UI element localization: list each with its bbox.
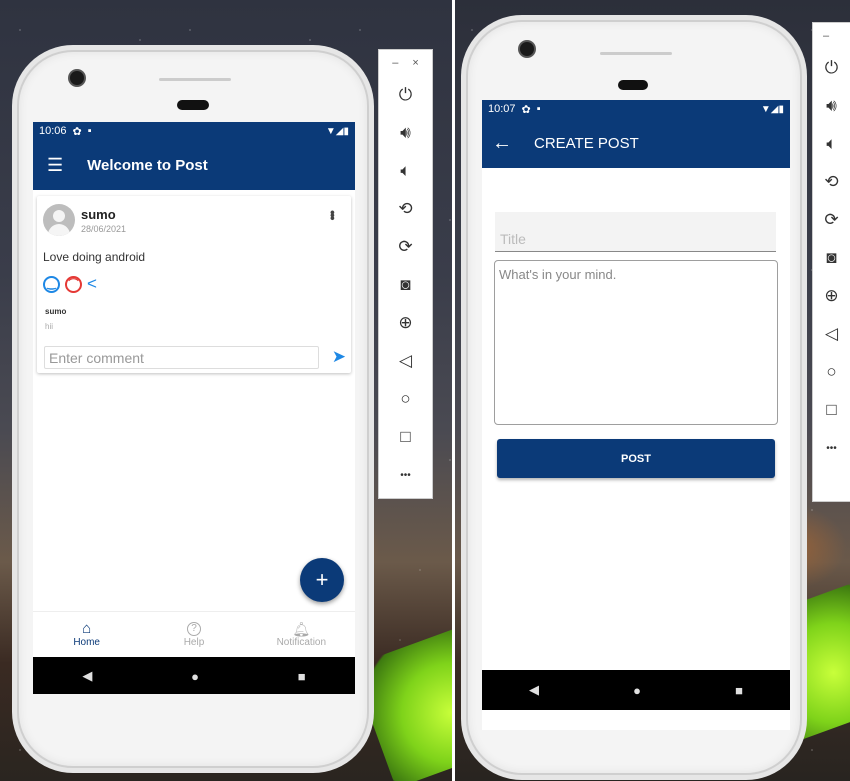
- camera-lens: [520, 42, 534, 56]
- volume-up-icon[interactable]: 🔊︎: [379, 114, 432, 152]
- post-card: sumo 28/06/2021 ••• Love doing android ‿…: [37, 196, 351, 373]
- rotate-right-icon[interactable]: ⟳: [813, 201, 850, 239]
- avatar: [43, 204, 75, 236]
- power-icon[interactable]: ⏻: [379, 76, 432, 114]
- send-icon[interactable]: ➤: [332, 348, 346, 365]
- back-arrow-icon[interactable]: ←: [492, 133, 512, 153]
- body-textarea[interactable]: [495, 261, 777, 424]
- comment-author: sumo: [45, 307, 67, 316]
- post-button[interactable]: POST: [497, 439, 775, 478]
- signal-icons: ▼◢▮: [760, 103, 784, 115]
- recents-icon[interactable]: ■: [298, 669, 306, 684]
- home-icon: ⌂: [82, 620, 92, 637]
- app-title: Welcome to Post: [87, 156, 208, 174]
- back-triangle-icon[interactable]: ◁: [813, 315, 850, 353]
- share-icon[interactable]: <: [87, 275, 97, 292]
- nav-help-label: Help: [183, 636, 205, 648]
- recents-icon[interactable]: ■: [735, 683, 743, 698]
- app-bar: ☰ Welcome to Post: [33, 140, 355, 190]
- volume-down-icon[interactable]: 🔈︎: [379, 152, 432, 190]
- nav-home[interactable]: ⌂ Home: [33, 612, 140, 657]
- body-field: [494, 260, 778, 425]
- comment-input[interactable]: [44, 346, 319, 369]
- like-smile-icon[interactable]: ‿: [43, 276, 60, 293]
- back-triangle-icon[interactable]: ◁: [379, 342, 432, 380]
- overview-square-icon[interactable]: □: [813, 391, 850, 429]
- speaker-pill: [177, 100, 209, 110]
- camera-lens: [70, 71, 84, 85]
- left-screen: 10:06 ✿ ▪ ▼◢▮ ☰ Welcome to Post sumo 28/…: [33, 122, 355, 694]
- system-nav-bar: ◀ ● ■: [482, 670, 790, 710]
- rotate-left-icon[interactable]: ⟲: [813, 163, 850, 201]
- camera-icon[interactable]: ◙: [379, 266, 432, 304]
- post-content: Love doing android: [43, 250, 146, 264]
- dislike-frown-icon[interactable]: ⌒: [65, 276, 82, 293]
- home-circle-icon[interactable]: ●: [633, 683, 641, 698]
- minimize-button[interactable]: –: [823, 30, 829, 42]
- left-phone-frame: 10:06 ✿ ▪ ▼◢▮ ☰ Welcome to Post sumo 28/…: [17, 50, 369, 768]
- title-input[interactable]: [495, 212, 776, 251]
- power-icon[interactable]: ⏻: [813, 49, 850, 87]
- minimize-button[interactable]: –: [392, 57, 398, 69]
- help-icon: ?: [186, 621, 201, 636]
- zoom-icon[interactable]: ⊕: [379, 304, 432, 342]
- speaker-pill: [618, 80, 648, 90]
- back-icon[interactable]: ◀: [529, 682, 539, 698]
- more-icon[interactable]: •••: [379, 456, 432, 494]
- right-screen: 10:07 ✿ ▪ ▼◢▮ ← CREATE POST POST ◀ ● ■: [482, 100, 790, 730]
- app-bar: ← CREATE POST: [482, 118, 790, 168]
- bottom-navigation: ⌂ Home ? Help 🔔︎ Notification: [33, 611, 355, 657]
- status-time: 10:06: [39, 125, 67, 137]
- zoom-icon[interactable]: ⊕: [813, 277, 850, 315]
- settings-icon: ✿: [72, 125, 82, 138]
- comment-text: hii: [45, 322, 54, 331]
- add-post-fab[interactable]: +: [300, 558, 344, 602]
- more-icon[interactable]: •••: [813, 429, 850, 467]
- home-circle-outline-icon[interactable]: ○: [379, 380, 432, 418]
- menu-icon[interactable]: ☰: [47, 156, 63, 174]
- post-date: 28/06/2021: [81, 224, 127, 234]
- system-nav-bar: ◀ ● ■: [33, 657, 355, 694]
- home-circle-icon[interactable]: ●: [191, 669, 199, 684]
- nav-home-label: Home: [73, 637, 100, 648]
- emulator-toolbar-right: – ⏻ 🔊︎ 🔈︎ ⟲ ⟳ ◙ ⊕ ◁ ○ □ •••: [812, 22, 850, 502]
- nav-notification-label: Notification: [276, 636, 327, 648]
- sdcard-icon: ▪: [87, 125, 92, 137]
- status-bar: 10:06 ✿ ▪ ▼◢▮: [33, 122, 355, 140]
- rotate-left-icon[interactable]: ⟲: [379, 190, 432, 228]
- status-bar: 10:07 ✿ ▪ ▼◢▮: [482, 100, 790, 118]
- camera-icon[interactable]: ◙: [813, 239, 850, 277]
- nav-notification[interactable]: 🔔︎ Notification: [248, 612, 355, 657]
- home-circle-outline-icon[interactable]: ○: [813, 353, 850, 391]
- more-options-icon[interactable]: •••: [325, 210, 341, 219]
- post-author: sumo: [81, 207, 116, 222]
- bell-icon: 🔔︎: [292, 620, 311, 637]
- settings-icon: ✿: [521, 103, 531, 116]
- back-icon[interactable]: ◀: [82, 668, 92, 684]
- right-phone-frame: 10:07 ✿ ▪ ▼◢▮ ← CREATE POST POST ◀ ● ■: [466, 20, 802, 775]
- status-time: 10:07: [488, 103, 516, 115]
- emulator-toolbar-left: – × ⏻ 🔊︎ 🔈︎ ⟲ ⟳ ◙ ⊕ ◁ ○ □ •••: [378, 49, 433, 499]
- nav-help[interactable]: ? Help: [140, 612, 247, 657]
- overview-square-icon[interactable]: □: [379, 418, 432, 456]
- signal-icons: ▼◢▮: [325, 125, 349, 137]
- volume-down-icon[interactable]: 🔈︎: [813, 125, 850, 163]
- sdcard-icon: ▪: [536, 103, 541, 115]
- rotate-right-icon[interactable]: ⟳: [379, 228, 432, 266]
- close-button[interactable]: ×: [412, 57, 418, 69]
- plus-icon: +: [315, 567, 329, 592]
- app-title: CREATE POST: [534, 134, 639, 152]
- title-field: [495, 212, 776, 252]
- volume-up-icon[interactable]: 🔊︎: [813, 87, 850, 125]
